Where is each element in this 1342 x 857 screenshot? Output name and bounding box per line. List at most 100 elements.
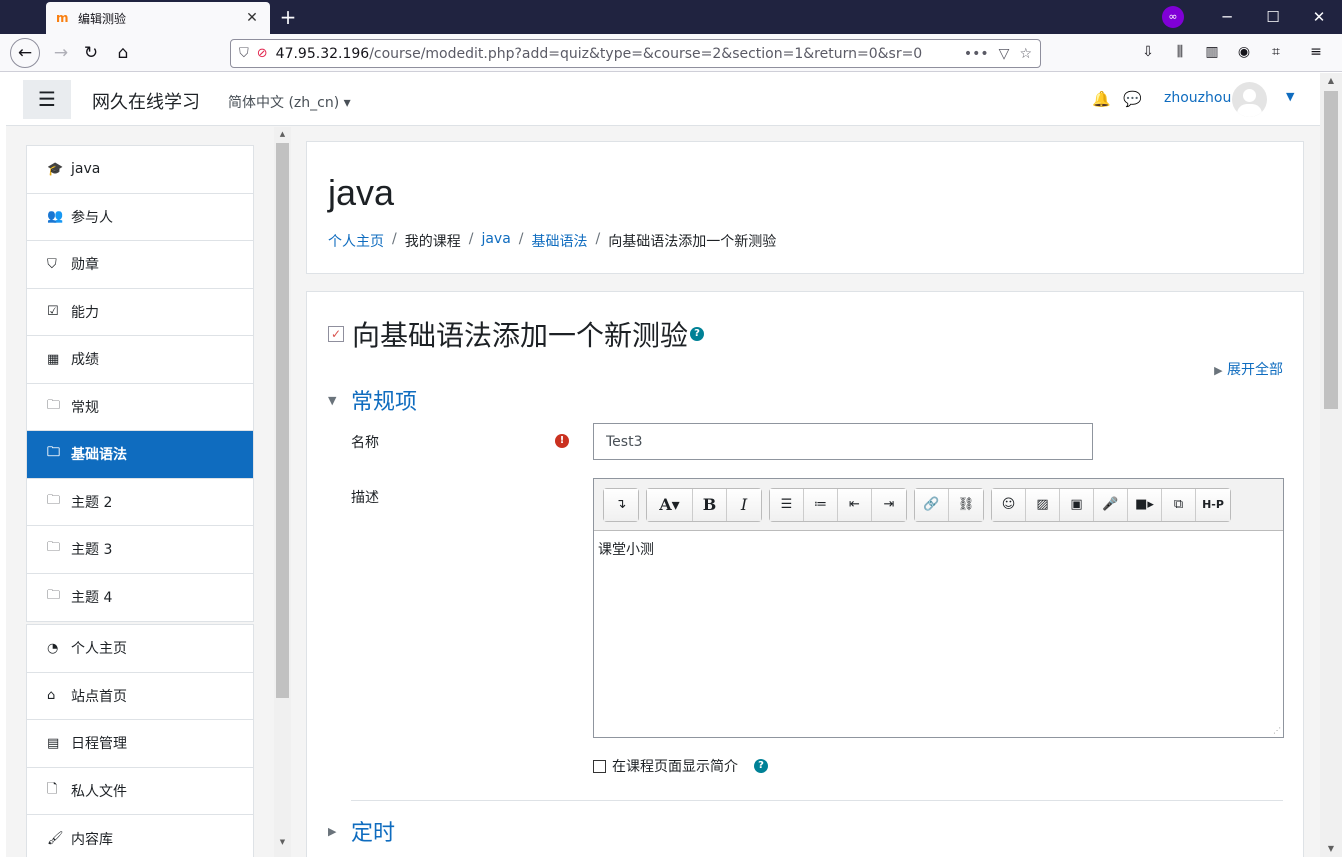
account-icon[interactable]: ◉: [1234, 42, 1254, 62]
url-bar[interactable]: ⛉ ⊘ 47.95.32.196/course/modedit.php?add=…: [230, 39, 1041, 68]
name-field[interactable]: [593, 423, 1093, 460]
record-video-icon[interactable]: ■▸: [1128, 489, 1162, 521]
breadcrumb-item[interactable]: 基础语法: [532, 231, 588, 251]
h5p-icon[interactable]: H‑P: [1196, 489, 1230, 521]
site-nav-list: ◔ 个人主页 ⌂ 站点首页 ▤ 日程管理 🗋 私人文件 🖌 内容库: [26, 624, 254, 857]
menu-icon[interactable]: ≡: [1306, 42, 1326, 62]
reload-button[interactable]: ↻: [76, 38, 106, 68]
course-nav-item[interactable]: 👥 参与人: [27, 194, 253, 241]
drawer-scroll-thumb[interactable]: [276, 143, 289, 698]
page-actions-icon[interactable]: •••: [964, 46, 989, 62]
url-text[interactable]: 47.95.32.196/course/modedit.php?add=quiz…: [276, 46, 954, 62]
page-title: ✓ 向基础语法添加一个新测验 ?: [328, 314, 705, 354]
site-nav-item[interactable]: 🖌 内容库: [27, 815, 253, 857]
drawer-scrollbar[interactable]: ▲ ▼: [274, 127, 291, 857]
name-label: 名称: [351, 435, 379, 451]
emoji-icon[interactable]: ☺: [992, 489, 1026, 521]
page-scrollbar[interactable]: ▲ ▼: [1320, 73, 1342, 857]
close-window-button[interactable]: ✕: [1296, 0, 1342, 34]
page-header-card: java 个人主页 / 我的课程 / java / 基础语法 / 向基础语法添加一个新测验: [306, 141, 1304, 274]
pocket-icon[interactable]: ▽: [999, 46, 1010, 62]
forward-button[interactable]: →: [46, 38, 76, 68]
maximize-button[interactable]: ☐: [1250, 0, 1296, 34]
resize-grip-icon[interactable]: ⋰: [1273, 726, 1281, 735]
toolbar-group-list: ☰ ≔ ⇤ ⇥: [769, 488, 907, 522]
paragraph-styles-icon[interactable]: A▾: [647, 489, 693, 521]
site-name[interactable]: 网久在线学习: [92, 88, 200, 114]
url-path: /course/modedit.php?add=quiz&type=&cours…: [369, 45, 923, 62]
indent-icon[interactable]: ⇥: [872, 489, 906, 521]
drawer-toggle-button[interactable]: ☰: [23, 80, 71, 119]
section-timing-header[interactable]: ▶ 定时: [328, 815, 395, 847]
downloads-icon[interactable]: ⇩: [1138, 42, 1158, 62]
messages-icon[interactable]: 💬: [1123, 90, 1142, 108]
course-nav-item[interactable]: 🗀 主题 2: [27, 479, 253, 526]
site-nav-item[interactable]: ◔ 个人主页: [27, 625, 253, 673]
avatar[interactable]: [1232, 82, 1267, 117]
course-nav-item[interactable]: ⛉ 勋章: [27, 241, 253, 289]
back-button[interactable]: ←: [10, 38, 40, 68]
expand-all-label: 展开全部: [1227, 362, 1283, 378]
page-scroll-thumb[interactable]: [1324, 91, 1338, 409]
bold-icon[interactable]: B: [693, 489, 727, 521]
breadcrumb-item[interactable]: 个人主页: [328, 231, 384, 251]
breadcrumb-item: 向基础语法添加一个新测验: [608, 234, 777, 250]
outdent-icon[interactable]: ⇤: [838, 489, 872, 521]
section-general-header[interactable]: ▼ 常规项: [328, 384, 417, 416]
shield-icon[interactable]: ⛉: [239, 46, 249, 61]
table-icon: ▦: [47, 351, 60, 367]
course-nav-item[interactable]: 🎓 java: [27, 146, 253, 194]
description-editor-content[interactable]: 课堂小测: [594, 531, 1283, 567]
site-nav-item-label: 私人文件: [71, 783, 127, 800]
unordered-list-icon[interactable]: ☰: [770, 489, 804, 521]
scroll-down-icon[interactable]: ▼: [274, 835, 291, 849]
home-button[interactable]: ⌂: [108, 38, 138, 68]
show-description-checkbox-row[interactable]: 在课程页面显示简介 ?: [593, 756, 768, 776]
site-nav-item[interactable]: ⌂ 站点首页: [27, 673, 253, 720]
course-nav-item[interactable]: ☑ 能力: [27, 289, 253, 336]
scroll-up-icon[interactable]: ▲: [274, 127, 291, 141]
scroll-down-icon[interactable]: ▼: [1320, 841, 1342, 857]
help-icon[interactable]: ?: [690, 327, 705, 341]
breadcrumb-item[interactable]: java: [481, 231, 510, 251]
unlink-icon[interactable]: ⛓: [949, 489, 983, 521]
breadcrumb-separator: /: [392, 231, 397, 247]
show-more-buttons-icon[interactable]: ↴: [604, 489, 638, 521]
folder-icon: 🗀: [47, 588, 61, 604]
minimize-button[interactable]: ─: [1204, 0, 1250, 34]
site-nav-item[interactable]: 🗋 私人文件: [27, 768, 253, 815]
expand-all-link[interactable]: ▶ 展开全部: [1214, 359, 1283, 379]
folder-icon: 🗀: [47, 492, 61, 508]
show-description-checkbox[interactable]: [593, 759, 606, 773]
browser-tab[interactable]: m 编辑测验 ✕: [46, 2, 270, 34]
user-name[interactable]: zhouzhou: [1164, 90, 1231, 106]
help-icon[interactable]: ?: [754, 759, 768, 773]
bookmark-star-icon[interactable]: ☆: [1019, 46, 1032, 62]
sidebar-icon[interactable]: ▥: [1202, 42, 1222, 62]
image-icon[interactable]: ▨: [1026, 489, 1060, 521]
italic-icon[interactable]: I: [727, 489, 761, 521]
insecure-lock-icon[interactable]: ⊘: [257, 46, 268, 61]
record-audio-icon[interactable]: 🎤: [1094, 489, 1128, 521]
language-menu[interactable]: 简体中文 (zh_cn) ▾: [228, 92, 351, 112]
library-icon[interactable]: ⫼: [1170, 42, 1190, 62]
site-nav-item-label: 日程管理: [71, 736, 127, 753]
description-editor: ↴ A▾ B I ☰ ≔ ⇤ ⇥ 🔗 ⛓ ☺ ▨ ▣ 🎤 ■▸ ⧉ H‑P 课堂…: [593, 478, 1284, 738]
course-nav-item[interactable]: 🗀 常规: [27, 384, 253, 431]
link-icon[interactable]: 🔗: [915, 489, 949, 521]
chevron-down-icon[interactable]: ▼: [1286, 90, 1294, 103]
ordered-list-icon[interactable]: ≔: [804, 489, 838, 521]
scroll-up-icon[interactable]: ▲: [1320, 73, 1342, 89]
course-nav-item[interactable]: ▦ 成绩: [27, 336, 253, 384]
bell-icon[interactable]: 🔔: [1092, 90, 1111, 108]
course-nav-item[interactable]: 🗀 主题 3: [27, 526, 253, 574]
course-nav-item[interactable]: 🗀 主题 4: [27, 574, 253, 622]
media-icon[interactable]: ▣: [1060, 489, 1094, 521]
course-nav-item-label: java: [71, 161, 101, 178]
screenshot-icon[interactable]: ⌗: [1266, 42, 1286, 62]
close-tab-icon[interactable]: ✕: [244, 10, 260, 26]
course-nav-item[interactable]: 🗀 基础语法: [27, 431, 253, 479]
manage-files-icon[interactable]: ⧉: [1162, 489, 1196, 521]
site-nav-item[interactable]: ▤ 日程管理: [27, 720, 253, 768]
new-tab-button[interactable]: +: [278, 4, 298, 30]
